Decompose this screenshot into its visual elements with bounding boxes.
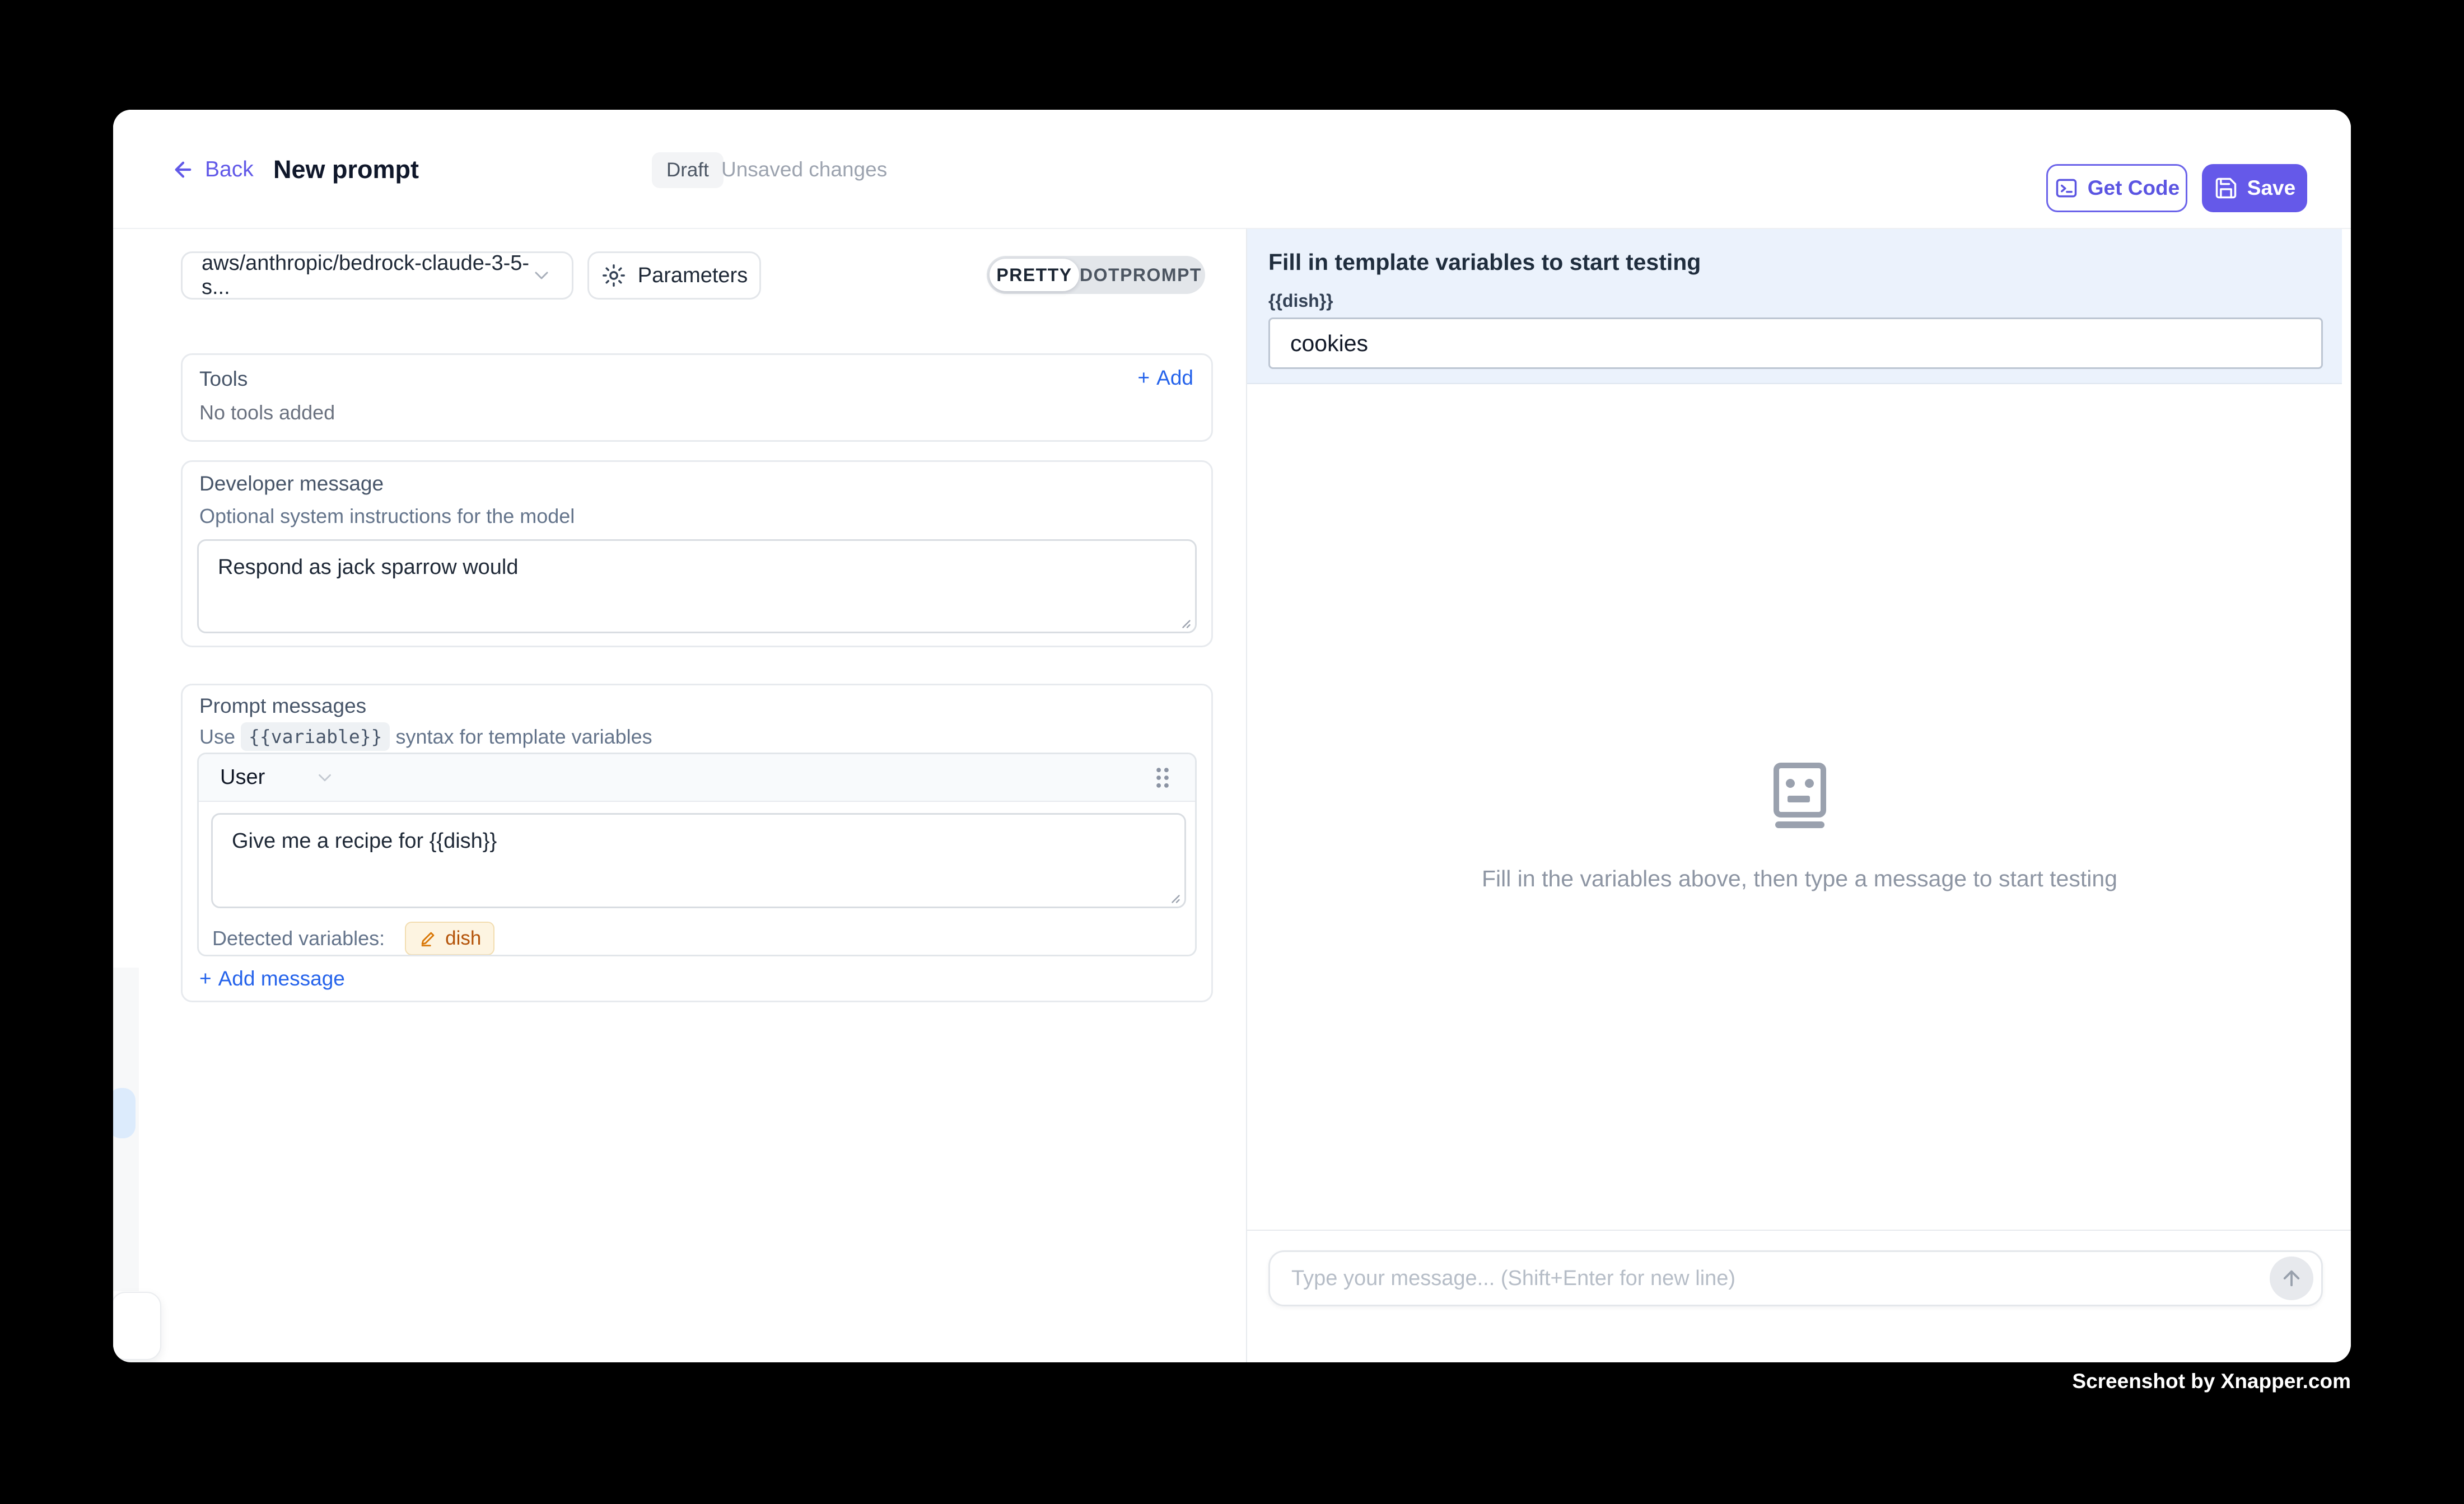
- add-tool-label: Add: [1156, 366, 1193, 390]
- developer-message-title: Developer message: [199, 472, 384, 496]
- resize-handle-icon[interactable]: [1175, 613, 1192, 630]
- message-block: User Give me a recipe for {{dish}}: [197, 753, 1197, 956]
- plus-icon: +: [199, 967, 212, 991]
- view-mode-toggle: PRETTY DOTPROMPT: [987, 256, 1205, 294]
- variable-name-label: {{dish}}: [1268, 291, 1333, 311]
- prompt-messages-title: Prompt messages: [199, 694, 366, 718]
- add-message-label: Add message: [218, 967, 345, 991]
- variable-value-input[interactable]: [1268, 317, 2323, 369]
- prompt-messages-subtitle: Use {{variable}} syntax for template var…: [199, 722, 652, 751]
- chat-separator: [1247, 1230, 2351, 1231]
- parameters-button[interactable]: Parameters: [587, 251, 761, 300]
- toggle-option-dotprompt[interactable]: DOTPROMPT: [1079, 259, 1202, 291]
- code-terminal-icon: [2054, 176, 2079, 200]
- screenshot-stage: Back New prompt Draft Unsaved changes Ge…: [0, 0, 2464, 1504]
- chevron-down-icon: [314, 767, 335, 788]
- developer-message-section: Developer message Optional system instru…: [181, 460, 1213, 647]
- scrollbar-track[interactable]: [2342, 229, 2351, 385]
- popover-fragment: [113, 1292, 161, 1360]
- detected-variables-label: Detected variables:: [212, 927, 385, 950]
- get-code-button[interactable]: Get Code: [2046, 164, 2187, 212]
- chat-input-container: [1268, 1250, 2323, 1306]
- subtitle-prefix: Use: [199, 725, 235, 749]
- bot-face-icon: [1773, 762, 1827, 828]
- arrow-up-icon: [2280, 1267, 2303, 1290]
- back-label: Back: [205, 157, 254, 182]
- parameters-label: Parameters: [638, 264, 748, 288]
- message-header: User: [199, 754, 1195, 802]
- chat-message-input[interactable]: [1270, 1267, 2270, 1291]
- message-role-selector[interactable]: User: [220, 765, 335, 790]
- add-message-button[interactable]: + Add message: [199, 967, 345, 991]
- add-tool-button[interactable]: + Add: [1138, 366, 1193, 390]
- detected-variables-row: Detected variables: dish: [212, 922, 494, 955]
- model-selector-value: aws/anthropic/bedrock-claude-3-5-s...: [202, 251, 530, 300]
- chevron-down-icon: [530, 264, 553, 287]
- gear-icon: [601, 263, 627, 288]
- empty-state: Fill in the variables above, then type a…: [1247, 762, 2351, 892]
- prompt-editor-window: Back New prompt Draft Unsaved changes Ge…: [113, 110, 2351, 1362]
- resize-handle-icon[interactable]: [1165, 888, 1182, 905]
- toggle-option-pretty[interactable]: PRETTY: [990, 259, 1079, 291]
- variable-badge-label: dish: [445, 927, 481, 950]
- subtitle-suffix: syntax for template variables: [395, 725, 652, 749]
- developer-message-textarea[interactable]: Respond as jack sparrow would: [197, 539, 1197, 633]
- tools-empty-text: No tools added: [199, 401, 335, 424]
- send-message-button[interactable]: [2270, 1257, 2313, 1300]
- empty-state-text: Fill in the variables above, then type a…: [1247, 866, 2351, 892]
- back-button[interactable]: Back: [171, 110, 254, 229]
- save-icon: [2214, 176, 2238, 200]
- page-title: New prompt: [273, 110, 419, 229]
- template-variables-banner: Fill in template variables to start test…: [1247, 229, 2343, 384]
- save-button[interactable]: Save: [2202, 164, 2307, 212]
- test-panel: Fill in template variables to start test…: [1246, 229, 2351, 1362]
- prompt-messages-section: Prompt messages Use {{variable}} syntax …: [181, 684, 1213, 1002]
- message-role-label: User: [220, 765, 265, 790]
- unsaved-changes-text: Unsaved changes: [721, 110, 887, 229]
- variable-badge-dish[interactable]: dish: [405, 922, 494, 955]
- editor-header: Back New prompt Draft Unsaved changes Ge…: [113, 110, 2351, 229]
- drag-handle-icon[interactable]: [1151, 765, 1174, 791]
- status-badge: Draft: [652, 152, 724, 188]
- message-content-textarea[interactable]: Give me a recipe for {{dish}}: [211, 813, 1186, 908]
- tools-title: Tools: [199, 367, 248, 391]
- tools-section: Tools + Add No tools added: [181, 353, 1213, 442]
- developer-message-subtitle: Optional system instructions for the mod…: [199, 505, 575, 528]
- save-label: Save: [2247, 176, 2295, 200]
- plus-icon: +: [1138, 366, 1150, 390]
- watermark-text: Screenshot by Xnapper.com: [2072, 1370, 2351, 1393]
- arrow-left-icon: [171, 158, 195, 181]
- test-panel-title: Fill in template variables to start test…: [1268, 249, 1701, 275]
- model-selector[interactable]: aws/anthropic/bedrock-claude-3-5-s...: [181, 251, 573, 300]
- pencil-icon: [418, 929, 437, 948]
- get-code-label: Get Code: [2088, 176, 2180, 200]
- variable-syntax-code: {{variable}}: [241, 722, 390, 751]
- sidebar-active-item[interactable]: [113, 1088, 136, 1138]
